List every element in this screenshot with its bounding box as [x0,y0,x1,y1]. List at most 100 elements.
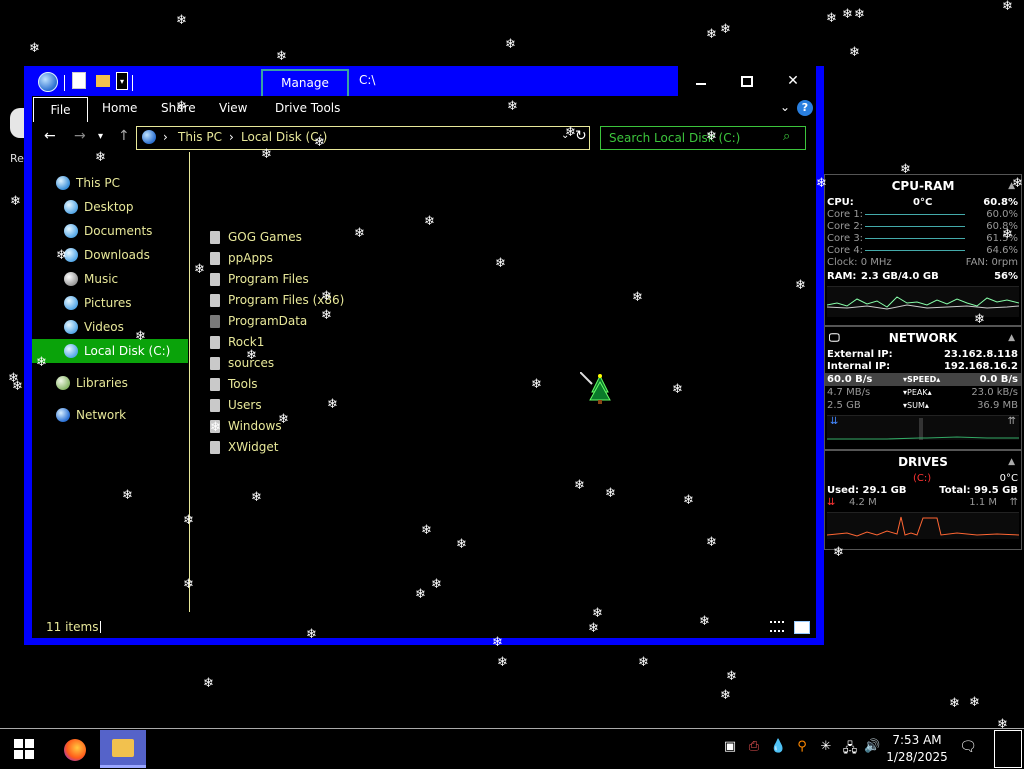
snowflake-icon: ❄ [306,627,317,642]
taskbar-file-explorer-button[interactable] [100,730,146,768]
gadget-title-text: NETWORK [888,331,958,345]
location-globe-icon [142,130,156,144]
large-icons-view-icon[interactable] [794,621,810,634]
nav-desktop[interactable]: Desktop [32,195,188,219]
tray-printer-icon[interactable]: ⎙ [746,739,762,757]
breadcrumb-chevron-icon[interactable]: › [229,130,234,144]
address-bar[interactable]: › This PC › Local Disk (C:) ⌄ ↻ [136,126,590,150]
nav-label: Local Disk (C:) [84,344,171,358]
nav-videos[interactable]: Videos [32,315,188,339]
tray-search-icon[interactable]: ⚲ [794,739,810,757]
action-center-icon[interactable]: 🗨 [958,739,978,757]
forward-arrow-icon[interactable]: → [74,128,86,144]
recent-locations-chevron-icon[interactable]: ▾ [98,131,103,142]
taskbar-firefox-button[interactable] [52,730,98,768]
maximize-icon [741,75,753,87]
details-view-icon[interactable] [770,621,784,632]
snowflake-icon: ❄ [949,696,960,711]
snowflake-icon: ❄ [354,226,365,241]
tab-file[interactable]: File [33,97,88,123]
core-value: 60.0% [986,209,1018,220]
file-name: ProgramData [228,314,308,328]
cursor-christmas-tree-icon [579,371,614,410]
manage-tab[interactable]: Manage [261,69,349,98]
snowflake-icon: ❄ [314,135,325,150]
snowflake-icon: ❄ [574,478,585,493]
firefox-icon [64,739,86,761]
system-clock[interactable]: 7:53 AM 1/28/2025 [884,732,950,766]
breadcrumb-chevron-icon[interactable]: › [163,130,168,144]
pane-divider[interactable] [189,152,190,612]
collapse-arrow-icon[interactable]: ▲ [1008,327,1015,349]
drive-io-row: ⇊ 4.2 M 1.1 M ⇈ [825,497,1021,509]
snowflake-icon: ❄ [492,635,503,650]
windows-logo-icon [25,739,34,748]
core-label: Core 1: [827,209,864,220]
nav-local-disk[interactable]: Local Disk (C:) [32,339,188,363]
external-ip-label: External IP: [827,349,893,360]
start-button[interactable] [14,739,34,759]
snowflake-icon: ❄ [495,256,506,271]
cpu-ram-gadget: CPU-RAM ▲ CPU: 0°C 60.8% Core 1: 60.0% Cor… [824,174,1022,326]
search-icon[interactable]: ⌕ [783,129,790,144]
refresh-icon[interactable]: ↻ [575,128,587,144]
nav-pictures[interactable]: Pictures [32,291,188,315]
tray-app-icon[interactable]: ▣ [722,739,738,757]
title-bar[interactable]: ▾ Manage C:\ ✕ [24,66,824,98]
properties-icon[interactable] [72,72,86,89]
core-row: Core 1: 60.0% [825,209,1021,221]
tab-drive-tools[interactable]: Drive Tools [275,101,340,115]
customize-quick-access-icon[interactable]: ▾ [116,72,128,90]
close-icon: ✕ [787,73,799,89]
snowflake-icon: ❄ [1012,176,1023,191]
volume-icon[interactable]: 🔊 [864,739,880,757]
tray-droplet-icon[interactable]: 💧 [770,739,786,757]
speed-row: 60.0 B/s ▾SPEED▴ 0.0 B/s [825,373,1021,386]
back-arrow-icon[interactable]: ← [44,128,56,144]
sum-label: ▾SUM▴ [903,401,929,410]
snowflake-icon: ❄ [683,493,694,508]
tray-asterisk-icon[interactable]: ✳ [818,739,834,757]
drive-write: 1.1 M [969,497,997,508]
minimize-button[interactable] [678,66,724,96]
network-graph: ⇊ ⇈ [827,415,1019,440]
nav-network[interactable]: Network [32,403,188,427]
show-desktop-button[interactable] [994,730,1022,768]
tab-home[interactable]: Home [102,101,137,115]
snowflake-icon: ❄ [507,99,518,114]
snowflake-icon: ❄ [605,486,616,501]
windows-logo-icon [14,739,23,748]
maximize-button[interactable] [724,66,770,96]
snowflake-icon: ❄ [672,382,683,397]
nav-documents[interactable]: Documents [32,219,188,243]
nav-music[interactable]: Music [32,267,188,291]
snowflake-icon: ❄ [826,11,837,26]
peak-label: ▾PEAK▴ [903,388,932,397]
navigation-pane: This PC Desktop Documents Downloads Musi… [32,152,190,612]
cpu-percent: 60.8% [983,197,1018,208]
close-button[interactable]: ✕ [770,66,816,96]
snowflake-icon: ❄ [854,7,865,22]
cpu-label: CPU: [827,197,854,208]
breadcrumb-this-pc[interactable]: This PC [178,130,222,144]
search-input[interactable]: Search Local Disk (C:) ⌕ [600,126,806,150]
up-arrow-icon[interactable]: ↑ [118,128,130,144]
collapse-arrow-icon[interactable]: ▲ [1008,451,1015,473]
expand-ribbon-chevron-icon[interactable]: ⌄ [780,100,790,114]
tray-network-icon[interactable]: 🖧 [842,739,858,757]
help-icon[interactable]: ? [797,100,813,116]
nav-label: Music [84,272,119,286]
new-folder-icon[interactable] [96,75,110,87]
nav-libraries[interactable]: Libraries [32,371,188,395]
clock-value: Clock: 0 MHz [827,257,892,268]
nav-label: Pictures [84,296,132,310]
snowflake-icon: ❄ [706,129,717,144]
app-globe-icon[interactable] [38,72,58,92]
speed-up: 0.0 B/s [979,374,1018,385]
tab-view[interactable]: View [219,101,247,115]
file-name: XWidget [228,440,279,454]
folder-icon [210,378,220,391]
nav-this-pc[interactable]: This PC [32,171,188,195]
snowflake-icon: ❄ [95,150,106,165]
snowflake-icon: ❄ [203,676,214,691]
